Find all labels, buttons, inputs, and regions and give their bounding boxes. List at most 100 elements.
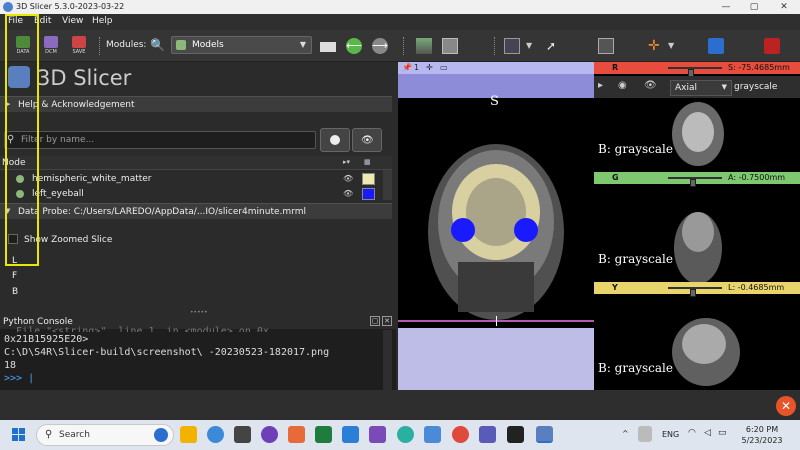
teams-icon[interactable] xyxy=(479,426,496,443)
forward-arrow-icon[interactable]: ⟶ xyxy=(372,38,388,54)
maximize-view-icon[interactable]: ▭ xyxy=(440,63,448,72)
app-icon[interactable] xyxy=(288,426,305,443)
microphone-icon[interactable] xyxy=(638,426,652,442)
terminal-icon[interactable] xyxy=(507,426,524,443)
data-probe-section-header[interactable]: ▼ Data Probe: C:/Users/LAREDO/AppData/..… xyxy=(0,203,392,219)
pin-icon[interactable]: 📌 xyxy=(402,63,412,72)
dicom-button[interactable]: DCM xyxy=(40,34,62,58)
module-selector[interactable]: Models ▼ xyxy=(171,36,312,54)
slider-knob[interactable] xyxy=(690,289,696,297)
volume-icon[interactable]: ◁ xyxy=(704,428,711,438)
red-slice-letter: R xyxy=(612,63,619,72)
yellow-volume-caption: B: grayscale xyxy=(598,361,673,375)
yellow-slice-slider[interactable] xyxy=(668,287,722,297)
help-section-header[interactable]: ▶ Help & Acknowledgement xyxy=(0,96,392,112)
close-window-button[interactable]: ✕ xyxy=(770,0,798,14)
data-module-icon[interactable] xyxy=(416,38,432,54)
minimize-button[interactable]: — xyxy=(712,0,740,14)
color-column-icon[interactable]: ▦ xyxy=(364,158,371,166)
crosshair-dropdown-icon[interactable]: ▼ xyxy=(668,38,684,54)
tree-row[interactable]: left_eyeball 👁 xyxy=(0,187,392,201)
error-log-button[interactable]: ✕ xyxy=(776,396,796,416)
notepad-icon[interactable] xyxy=(424,426,441,443)
battery-icon[interactable]: ▭ xyxy=(718,428,727,438)
node-options-button[interactable] xyxy=(320,128,350,152)
green-slice-offset: A: -0.7500mm xyxy=(728,173,786,182)
screenshot-icon[interactable] xyxy=(598,38,614,54)
slider-knob[interactable] xyxy=(690,179,696,187)
vscode-icon[interactable] xyxy=(342,426,359,443)
green-volume-caption: B: grayscale xyxy=(598,252,673,266)
edge-icon[interactable] xyxy=(397,426,414,443)
window-title: 3D Slicer 5.3.0-2023-03-22 xyxy=(16,2,125,11)
console-scrollbar[interactable] xyxy=(383,330,392,390)
visibility-filter-button[interactable]: 👁 xyxy=(352,128,382,152)
pointer-icon[interactable]: ➚ xyxy=(546,38,562,54)
clock-date[interactable]: 5/23/2023 xyxy=(738,436,786,445)
back-arrow-icon[interactable]: ⟵ xyxy=(346,38,362,54)
menu-view[interactable]: View xyxy=(62,16,83,26)
windows-start-icon[interactable] xyxy=(12,428,26,442)
link-icon[interactable]: 1 xyxy=(414,63,419,72)
eye-icon: 👁 xyxy=(361,135,374,146)
browser-icon[interactable] xyxy=(207,426,224,443)
module-history-icon[interactable] xyxy=(320,42,336,52)
language-indicator[interactable]: ENG xyxy=(662,430,679,439)
filter-input[interactable]: ⚲ Filter by name... xyxy=(4,131,316,149)
bing-icon[interactable] xyxy=(154,428,168,442)
github-icon[interactable] xyxy=(261,426,278,443)
green-slice-controller[interactable]: G A: -0.7500mm xyxy=(594,172,800,187)
tree-row[interactable]: hemispheric_white_matter 👁 xyxy=(0,172,392,186)
red-slice-controller[interactable]: R S: -75.4685mm xyxy=(594,62,800,77)
color-swatch[interactable] xyxy=(362,188,375,200)
save-icon xyxy=(72,36,86,48)
markups-icon[interactable] xyxy=(764,38,780,54)
float-console-icon[interactable]: ▢ xyxy=(370,316,380,326)
menu-bar: File Edit View Help xyxy=(0,14,800,30)
layout-dropdown-icon[interactable]: ▼ xyxy=(526,38,542,54)
red-slice-slider[interactable] xyxy=(668,67,722,77)
visual-studio-icon[interactable] xyxy=(369,426,386,443)
maximize-button[interactable]: ▢ xyxy=(740,0,768,14)
console-line: 0x21B15925E20> xyxy=(4,334,89,345)
eye-icon[interactable]: 👁 xyxy=(343,174,353,183)
green-slice-slider[interactable] xyxy=(668,177,722,187)
yellow-slice-controller[interactable]: Y L: -0.4685mm xyxy=(594,282,800,297)
eye-icon[interactable]: 👁 xyxy=(343,189,353,198)
red-volume-caption: B: grayscale xyxy=(598,142,673,156)
file-explorer-icon[interactable] xyxy=(180,426,197,443)
module-search-icon[interactable]: 🔍 xyxy=(150,38,166,54)
tray-chevron-icon[interactable]: ^ xyxy=(622,429,629,438)
chrome-icon[interactable] xyxy=(452,426,469,443)
toolbar-separator xyxy=(99,37,102,55)
save-button[interactable]: SAVE xyxy=(68,34,90,58)
view-lower-band xyxy=(398,328,594,390)
app-name: 3D Slicer xyxy=(37,66,132,90)
color-swatch[interactable] xyxy=(362,173,375,185)
layout-icon[interactable] xyxy=(504,38,520,54)
crosshair-icon[interactable]: ✛ xyxy=(648,38,664,54)
app-grid-icon[interactable] xyxy=(234,426,251,443)
crosshair-small-icon[interactable]: ✛ xyxy=(426,63,433,72)
view-controller-bar[interactable]: 📌 1 ✛ ▭ xyxy=(398,62,594,74)
extensions-icon[interactable] xyxy=(708,38,724,54)
clock-time[interactable]: 6:20 PM xyxy=(742,425,782,434)
volume-select[interactable]: grayscale xyxy=(734,82,777,92)
dicom-icon xyxy=(44,36,58,48)
orientation-select[interactable]: Axial ▼ xyxy=(670,80,732,96)
volume-render-icon[interactable] xyxy=(442,38,458,54)
wifi-icon[interactable]: ◠ xyxy=(688,428,696,438)
tree-scrollbar[interactable] xyxy=(383,170,392,200)
fiducial-icon[interactable]: ◉ xyxy=(618,80,627,91)
console-partial-line: File "<string>", line 1, in <module> on … xyxy=(4,326,287,332)
slicer-taskbar-icon[interactable] xyxy=(536,426,553,443)
menu-help[interactable]: Help xyxy=(92,16,113,26)
yellow-slice-offset: L: -0.4685mm xyxy=(728,283,785,292)
console-prompt[interactable]: >>> | xyxy=(4,373,34,384)
console-line: 18 xyxy=(4,360,17,371)
eye-icon[interactable]: 👁 xyxy=(644,80,657,91)
excel-icon[interactable] xyxy=(315,426,332,443)
expand-icon[interactable]: ▸ xyxy=(598,80,603,91)
close-console-icon[interactable]: ✕ xyxy=(382,316,392,326)
visibility-column-icon[interactable]: ▸▾ xyxy=(343,158,350,166)
